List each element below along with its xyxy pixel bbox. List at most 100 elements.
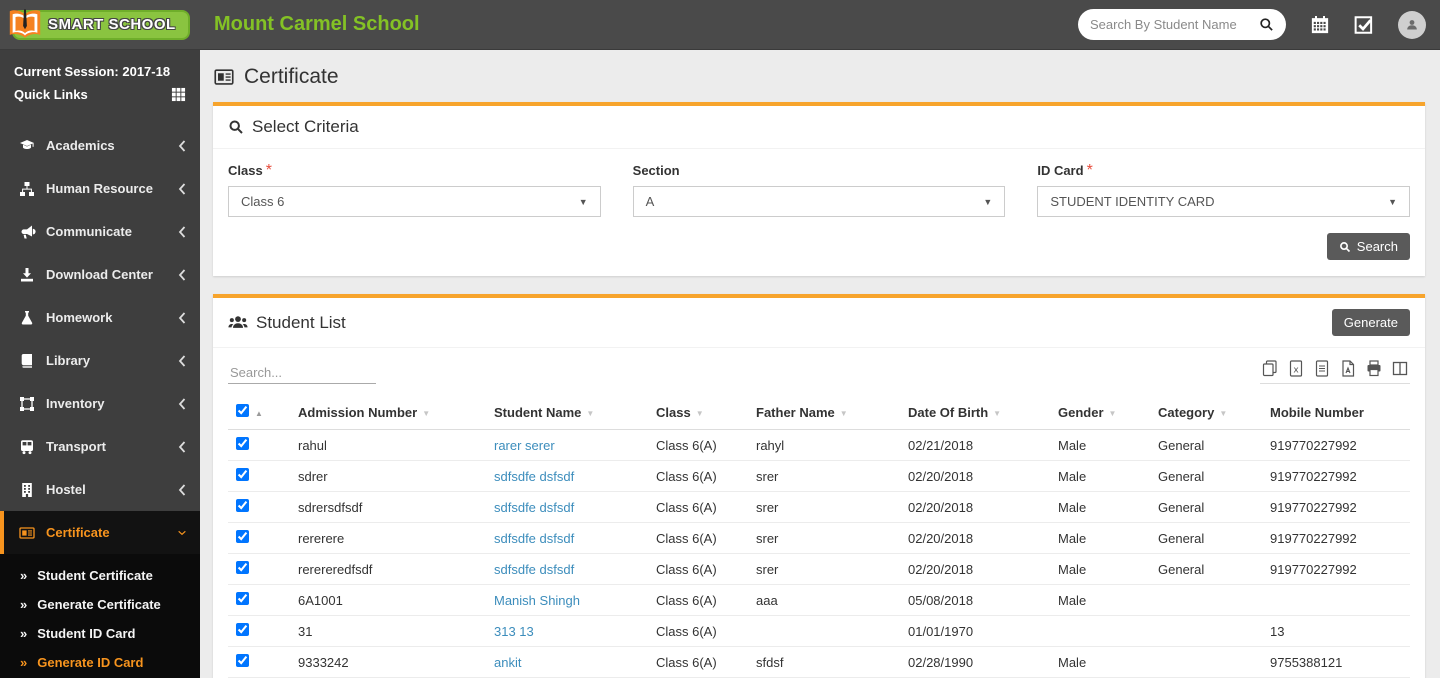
page-title: Certificate — [244, 65, 339, 89]
col-date-of-birth[interactable]: Date Of Birth▼ — [900, 396, 1050, 430]
student-name-link[interactable]: ankit — [494, 655, 521, 670]
category-cell — [1150, 647, 1262, 678]
class-cell: Class 6(A) — [648, 647, 748, 678]
copy-icon[interactable] — [1262, 360, 1278, 377]
calendar-icon[interactable] — [1310, 15, 1330, 35]
gender-cell: Male — [1050, 461, 1150, 492]
logo-text: SMART SCHOOL — [48, 16, 176, 33]
table-header-row: ▲ Admission Number▼ Student Name▼ Class▼… — [228, 396, 1410, 430]
class-cell: Class 6(A) — [648, 585, 748, 616]
category-cell: General — [1150, 492, 1262, 523]
submenu-generate-id-card[interactable]: » Generate ID Card — [0, 648, 200, 677]
chevron-left-icon — [178, 355, 186, 367]
generate-button[interactable]: Generate — [1332, 309, 1410, 336]
row-checkbox[interactable] — [236, 654, 249, 667]
category-cell — [1150, 585, 1262, 616]
bus-icon — [18, 439, 36, 455]
print-icon[interactable] — [1366, 360, 1382, 377]
student-name-link[interactable]: rarer serer — [494, 438, 555, 453]
submenu-student-certificate[interactable]: » Student Certificate — [0, 561, 200, 590]
col-mobile-number[interactable]: Mobile Number — [1262, 396, 1410, 430]
sidebar-item-certificate[interactable]: Certificate — [0, 511, 200, 554]
search-button[interactable]: Search — [1327, 233, 1410, 260]
gender-cell: Male — [1050, 492, 1150, 523]
gender-cell: Male — [1050, 554, 1150, 585]
id-card-select[interactable]: STUDENT IDENTITY CARD ▼ — [1037, 186, 1410, 217]
mobile-cell: 919770227992 — [1262, 554, 1410, 585]
row-checkbox[interactable] — [236, 468, 249, 481]
gender-cell: Male — [1050, 430, 1150, 461]
sort-icon: ▼ — [586, 409, 594, 418]
flask-icon — [18, 310, 36, 326]
sidebar-item-human-resource[interactable]: Human Resource — [0, 167, 200, 210]
row-checkbox[interactable] — [236, 530, 249, 543]
submenu-student-id-card[interactable]: » Student ID Card — [0, 619, 200, 648]
sidebar-menu: Academics Human Resource Communicate Dow… — [0, 114, 200, 678]
excel-export-icon[interactable]: x — [1288, 360, 1304, 377]
user-avatar[interactable] — [1398, 11, 1426, 39]
admission-number-cell: 9333242 — [290, 647, 486, 678]
object-group-icon — [18, 396, 36, 412]
class-select[interactable]: Class 6 ▼ — [228, 186, 601, 217]
table-row: rerereredfsdf sdfsdfe dsfsdf Class 6(A) … — [228, 554, 1410, 585]
category-cell — [1150, 616, 1262, 647]
column-visibility-icon[interactable] — [1392, 360, 1408, 377]
col-gender[interactable]: Gender▼ — [1050, 396, 1150, 430]
father-name-cell: aaa — [748, 585, 900, 616]
row-checkbox[interactable] — [236, 499, 249, 512]
chevron-left-icon — [178, 441, 186, 453]
sidebar-item-hostel[interactable]: Hostel — [0, 468, 200, 511]
app-logo[interactable]: SMART SCHOOL — [0, 0, 200, 50]
student-name-link[interactable]: Manish Shingh — [494, 593, 580, 608]
student-name-link[interactable]: 313 13 — [494, 624, 534, 639]
select-criteria-panel: Select Criteria Class* Class 6 ▼ Section… — [213, 102, 1425, 276]
dob-cell: 05/08/2018 — [900, 585, 1050, 616]
row-checkbox[interactable] — [236, 623, 249, 636]
col-admission-number[interactable]: Admission Number▼ — [290, 396, 486, 430]
search-icon[interactable] — [1259, 17, 1274, 32]
student-name-link[interactable]: sdfsdfe dsfsdf — [494, 469, 574, 484]
topbar: SMART SCHOOL Mount Carmel School — [0, 0, 1440, 50]
sidebar-item-download-center[interactable]: Download Center — [0, 253, 200, 296]
student-search-input[interactable] — [1090, 17, 1259, 32]
student-name-link[interactable]: sdfsdfe dsfsdf — [494, 500, 574, 515]
mobile-cell: 919770227992 — [1262, 523, 1410, 554]
sidebar-item-homework[interactable]: Homework — [0, 296, 200, 339]
csv-export-icon[interactable] — [1314, 360, 1330, 377]
sidebar-item-inventory[interactable]: Inventory — [0, 382, 200, 425]
sidebar-item-academics[interactable]: Academics — [0, 124, 200, 167]
school-name: Mount Carmel School — [214, 13, 420, 36]
table-row: sdrersdfsdf sdfsdfe dsfsdf Class 6(A) sr… — [228, 492, 1410, 523]
sidebar-item-transport[interactable]: Transport — [0, 425, 200, 468]
table-search-input[interactable] — [228, 362, 376, 384]
pdf-export-icon[interactable] — [1340, 360, 1356, 377]
col-class[interactable]: Class▼ — [648, 396, 748, 430]
sidebar-item-communicate[interactable]: Communicate — [0, 210, 200, 253]
double-angle-icon: » — [20, 655, 27, 670]
table-row: 6A1001 Manish Shingh Class 6(A) aaa 05/0… — [228, 585, 1410, 616]
father-name-cell: srer — [748, 554, 900, 585]
col-student-name[interactable]: Student Name▼ — [486, 396, 648, 430]
book-icon — [18, 353, 36, 369]
sort-asc-icon[interactable]: ▲ — [255, 409, 263, 418]
sidebar-item-library[interactable]: Library — [0, 339, 200, 382]
mobile-cell: 919770227992 — [1262, 492, 1410, 523]
quick-links[interactable]: Quick Links — [14, 83, 186, 106]
col-father-name[interactable]: Father Name▼ — [748, 396, 900, 430]
download-icon — [18, 267, 36, 283]
submenu-generate-certificate[interactable]: » Generate Certificate — [0, 590, 200, 619]
admission-number-cell: rererere — [290, 523, 486, 554]
mobile-cell: 919770227992 — [1262, 430, 1410, 461]
task-check-icon[interactable] — [1354, 15, 1374, 35]
dob-cell: 02/20/2018 — [900, 461, 1050, 492]
section-select[interactable]: A ▼ — [633, 186, 1006, 217]
row-checkbox[interactable] — [236, 437, 249, 450]
col-category[interactable]: Category▼ — [1150, 396, 1262, 430]
student-name-link[interactable]: sdfsdfe dsfsdf — [494, 531, 574, 546]
row-checkbox[interactable] — [236, 561, 249, 574]
student-name-link[interactable]: sdfsdfe dsfsdf — [494, 562, 574, 577]
row-checkbox[interactable] — [236, 592, 249, 605]
sort-icon: ▼ — [422, 409, 430, 418]
class-cell: Class 6(A) — [648, 554, 748, 585]
select-all-checkbox[interactable] — [236, 404, 249, 417]
